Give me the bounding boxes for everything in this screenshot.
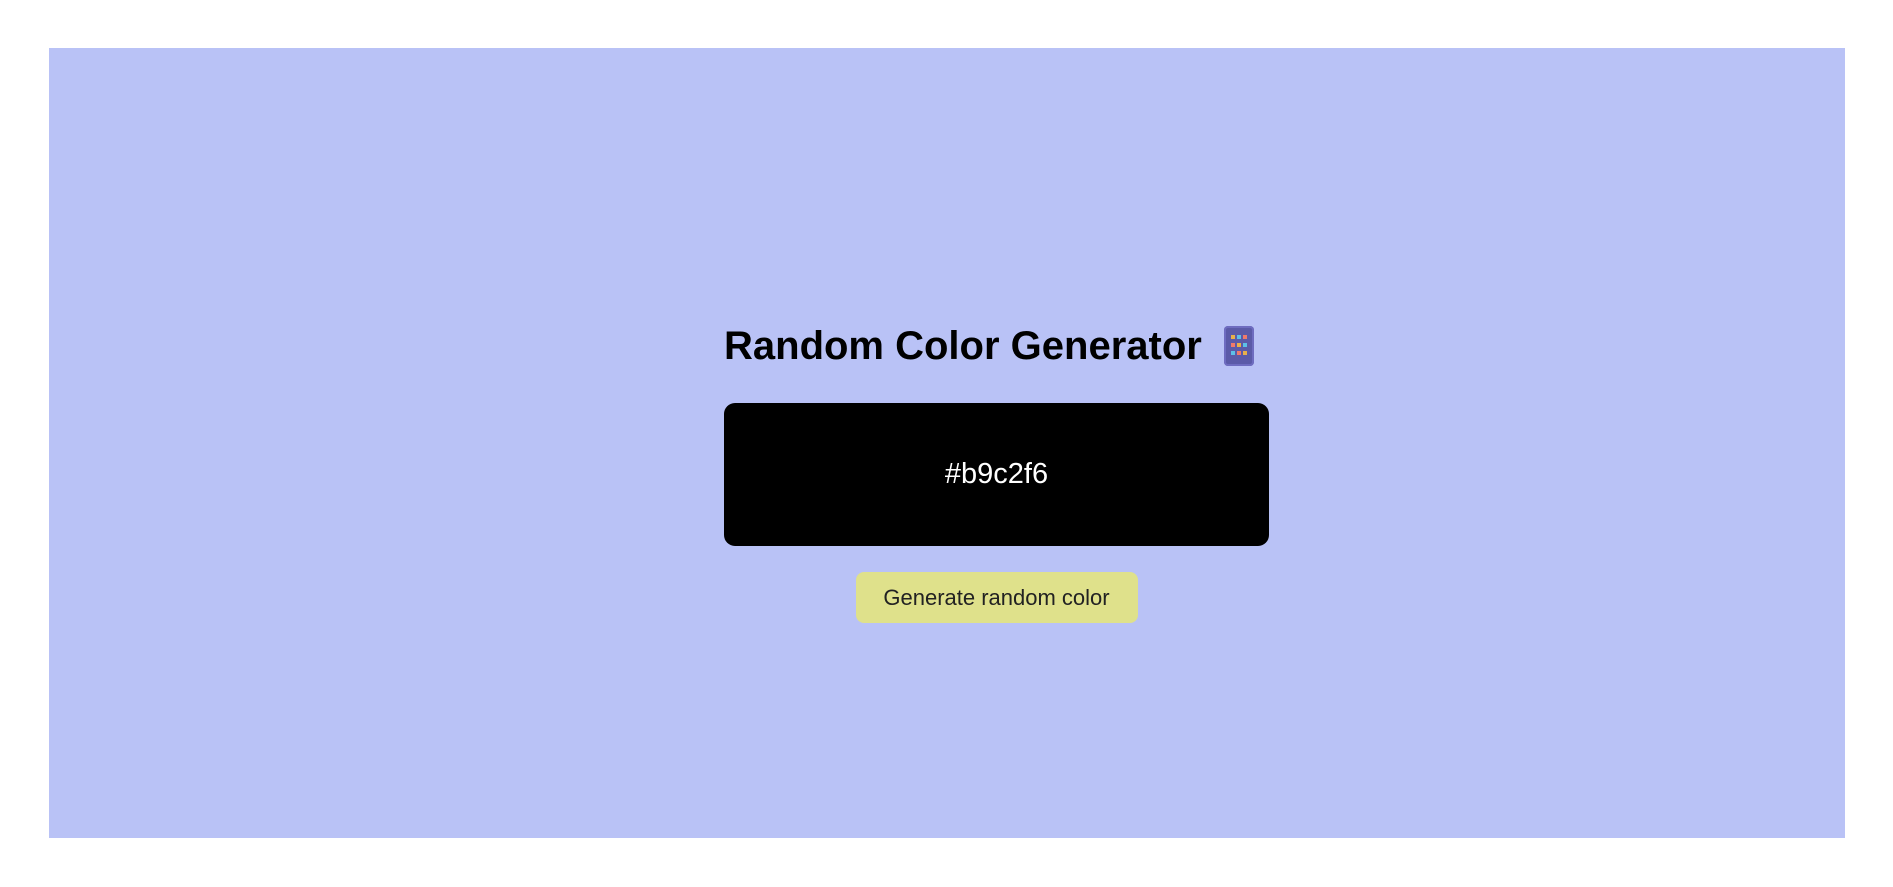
generator-container: Random Color Generator #b9c2f6 Generate … — [724, 316, 1269, 623]
generate-random-color-button[interactable]: Generate random color — [855, 572, 1138, 623]
page-title: Random Color Generator — [724, 324, 1202, 368]
color-code-text: #b9c2f6 — [944, 458, 1049, 490]
page-background: Random Color Generator #b9c2f6 Generate … — [49, 48, 1845, 838]
palette-icon — [1223, 326, 1254, 366]
button-wrapper: Generate random color — [724, 572, 1269, 623]
color-display-box: #b9c2f6 — [724, 403, 1269, 546]
title-row: Random Color Generator — [724, 316, 1269, 376]
